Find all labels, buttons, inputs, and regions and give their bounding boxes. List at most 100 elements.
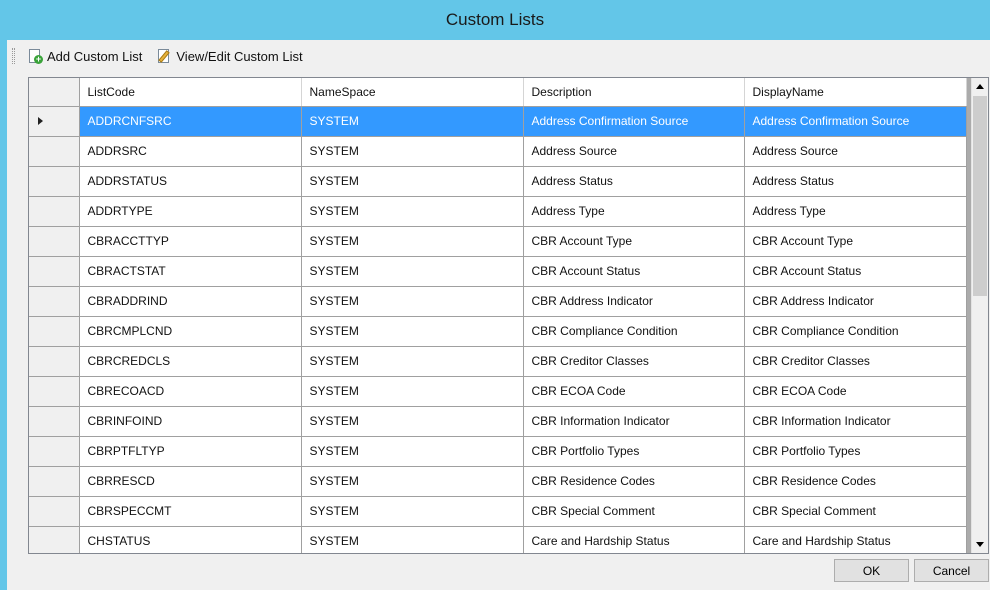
cell-description[interactable]: CBR Address Indicator [523, 286, 745, 317]
table-row[interactable]: CBRACTSTAT SYSTEM CBR Account Status CBR Ac… [29, 256, 967, 287]
cell-namespace[interactable]: SYSTEM [301, 526, 524, 553]
cell-namespace[interactable]: SYSTEM [301, 496, 524, 527]
row-header[interactable] [29, 436, 80, 467]
custom-lists-grid[interactable]: ListCode NameSpace Description DisplayNa… [28, 77, 989, 554]
table-row[interactable]: CBRSPECCMT SYSTEM CBR Special Comment CBR S… [29, 496, 967, 527]
cell-listcode[interactable]: CBRPTFLTYP [79, 436, 302, 467]
row-header[interactable] [29, 346, 80, 377]
cell-displayname[interactable]: Address Source [744, 136, 967, 167]
cell-description[interactable]: CBR Special Comment [523, 496, 745, 527]
cell-listcode[interactable]: CBRACTSTAT [79, 256, 302, 287]
cell-listcode[interactable]: ADDRSTATUS [79, 166, 302, 197]
view-edit-custom-list-button[interactable]: View/Edit Custom List [152, 45, 306, 67]
cell-listcode[interactable]: ADDRCNFSRC [79, 106, 302, 137]
column-header-description[interactable]: Description [523, 78, 745, 107]
cell-description[interactable]: CBR ECOA Code [523, 376, 745, 407]
cell-listcode[interactable]: CBRCREDCLS [79, 346, 302, 377]
cell-displayname[interactable]: CBR Compliance Condition [744, 316, 967, 347]
column-header-displayname[interactable]: DisplayName [744, 78, 967, 107]
row-header[interactable] [29, 256, 80, 287]
cell-namespace[interactable]: SYSTEM [301, 196, 524, 227]
cell-description[interactable]: CBR Compliance Condition [523, 316, 745, 347]
cell-listcode[interactable]: ADDRTYPE [79, 196, 302, 227]
table-row[interactable]: CHSTATUS SYSTEM Care and Hardship Status Ca… [29, 526, 967, 553]
table-row[interactable]: CBRCREDCLS SYSTEM CBR Creditor Classes CBR … [29, 346, 967, 377]
cell-displayname[interactable]: CBR Creditor Classes [744, 346, 967, 377]
ok-button[interactable]: OK [834, 559, 909, 582]
cell-description[interactable]: CBR Residence Codes [523, 466, 745, 497]
cell-listcode[interactable]: CBRSPECCMT [79, 496, 302, 527]
table-row[interactable]: CBRPTFLTYP SYSTEM CBR Portfolio Types CBR P… [29, 436, 967, 467]
cell-namespace[interactable]: SYSTEM [301, 226, 524, 257]
cell-namespace[interactable]: SYSTEM [301, 316, 524, 347]
row-header[interactable] [29, 106, 80, 137]
cell-namespace[interactable]: SYSTEM [301, 436, 524, 467]
row-header[interactable] [29, 376, 80, 407]
table-row[interactable]: CBRCMPLCND SYSTEM CBR Compliance Condition… [29, 316, 967, 347]
cell-description[interactable]: CBR Account Type [523, 226, 745, 257]
row-header[interactable] [29, 466, 80, 497]
cell-displayname[interactable]: CBR Portfolio Types [744, 436, 967, 467]
cell-listcode[interactable]: CBRCMPLCND [79, 316, 302, 347]
cell-description[interactable]: CBR Creditor Classes [523, 346, 745, 377]
cell-displayname[interactable]: CBR Information Indicator [744, 406, 967, 437]
row-header[interactable] [29, 496, 80, 527]
cell-displayname[interactable]: CBR Account Status [744, 256, 967, 287]
cell-namespace[interactable]: SYSTEM [301, 166, 524, 197]
cell-displayname[interactable]: CBR ECOA Code [744, 376, 967, 407]
scrollbar-thumb[interactable] [973, 96, 987, 296]
row-header[interactable] [29, 406, 80, 437]
cell-listcode[interactable]: CBRADDRIND [79, 286, 302, 317]
toolbar-grip[interactable] [12, 48, 15, 64]
table-row[interactable]: ADDRSRC SYSTEM Address Source Address Sourc… [29, 136, 967, 167]
scroll-up-button[interactable] [972, 78, 988, 95]
row-header[interactable] [29, 136, 80, 167]
cell-namespace[interactable]: SYSTEM [301, 406, 524, 437]
cell-description[interactable]: Address Confirmation Source [523, 106, 745, 137]
table-row[interactable]: ADDRSTATUS SYSTEM Address Status Address St… [29, 166, 967, 197]
cell-listcode[interactable]: CHSTATUS [79, 526, 302, 553]
scroll-down-button[interactable] [972, 536, 988, 553]
cell-namespace[interactable]: SYSTEM [301, 286, 524, 317]
cell-description[interactable]: CBR Information Indicator [523, 406, 745, 437]
table-row[interactable]: ADDRTYPE SYSTEM Address Type Address Type [29, 196, 967, 227]
table-row[interactable]: CBRINFOIND SYSTEM CBR Information Indicato… [29, 406, 967, 437]
row-header[interactable] [29, 166, 80, 197]
table-row[interactable]: CBRACCTTYP SYSTEM CBR Account Type CBR Acco… [29, 226, 967, 257]
cell-displayname[interactable]: Care and Hardship Status [744, 526, 967, 553]
cell-listcode[interactable]: CBRACCTTYP [79, 226, 302, 257]
cell-listcode[interactable]: ADDRSRC [79, 136, 302, 167]
cell-listcode[interactable]: CBRINFOIND [79, 406, 302, 437]
cancel-button[interactable]: Cancel [914, 559, 989, 582]
cell-description[interactable]: Address Type [523, 196, 745, 227]
cell-displayname[interactable]: Address Type [744, 196, 967, 227]
column-header-namespace[interactable]: NameSpace [301, 78, 524, 107]
table-row[interactable]: ADDRCNFSRC SYSTEM Address Confirmation Sou… [29, 106, 967, 137]
cell-description[interactable]: Address Status [523, 166, 745, 197]
cell-displayname[interactable]: CBR Address Indicator [744, 286, 967, 317]
cell-displayname[interactable]: CBR Special Comment [744, 496, 967, 527]
cell-displayname[interactable]: CBR Account Type [744, 226, 967, 257]
row-header[interactable] [29, 226, 80, 257]
cell-description[interactable]: Care and Hardship Status [523, 526, 745, 553]
vertical-scrollbar[interactable] [971, 78, 988, 553]
cell-listcode[interactable]: CBRRESCD [79, 466, 302, 497]
cell-namespace[interactable]: SYSTEM [301, 466, 524, 497]
cell-displayname[interactable]: Address Confirmation Source [744, 106, 967, 137]
table-row[interactable]: CBRECOACD SYSTEM CBR ECOA Code CBR ECOA Cod… [29, 376, 967, 407]
table-row[interactable]: CBRADDRIND SYSTEM CBR Address Indicator CBR… [29, 286, 967, 317]
row-header[interactable] [29, 316, 80, 347]
cell-namespace[interactable]: SYSTEM [301, 346, 524, 377]
cell-namespace[interactable]: SYSTEM [301, 256, 524, 287]
cell-namespace[interactable]: SYSTEM [301, 106, 524, 137]
title-bar[interactable]: Custom Lists [0, 0, 990, 40]
cell-description[interactable]: Address Source [523, 136, 745, 167]
column-header-listcode[interactable]: ListCode [79, 78, 302, 107]
row-header[interactable] [29, 286, 80, 317]
cell-description[interactable]: CBR Account Status [523, 256, 745, 287]
table-row[interactable]: CBRRESCD SYSTEM CBR Residence Codes CBR Res… [29, 466, 967, 497]
cell-displayname[interactable]: Address Status [744, 166, 967, 197]
add-custom-list-button[interactable]: + Add Custom List [23, 45, 146, 67]
cell-namespace[interactable]: SYSTEM [301, 376, 524, 407]
cell-description[interactable]: CBR Portfolio Types [523, 436, 745, 467]
